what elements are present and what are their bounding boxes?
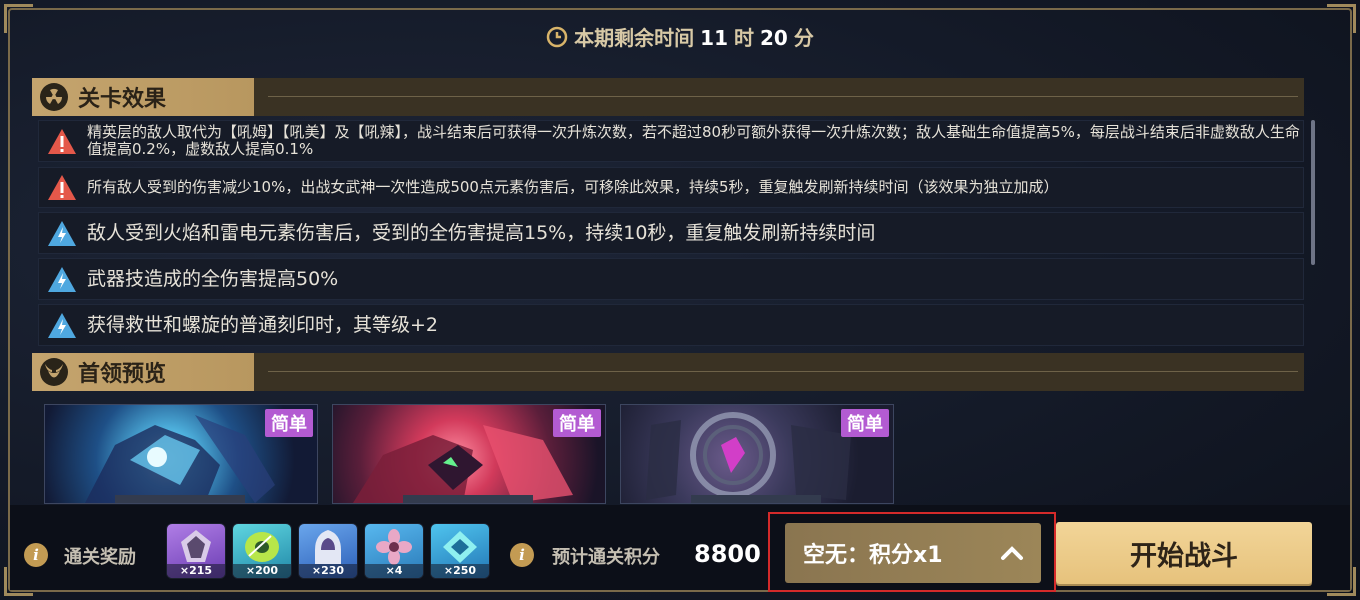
effects-scrollbar[interactable] xyxy=(1311,120,1315,265)
timer-hours-unit: 时 xyxy=(734,26,754,50)
horned-helmet-icon xyxy=(40,358,68,386)
reward-item[interactable]: ×215 xyxy=(166,523,226,579)
stage-effects-title: 关卡效果 xyxy=(78,87,167,112)
effect-text: 武器技造成的全伤害提高50% xyxy=(87,267,339,290)
reward-item[interactable]: ×200 xyxy=(232,523,292,579)
green-disc-item-icon xyxy=(245,532,279,562)
boss-preview-header: 首领预览 xyxy=(32,353,1304,391)
header-divider xyxy=(254,353,1304,391)
effect-item: 武器技造成的全伤害提高50% xyxy=(38,258,1304,300)
rewards-label: 通关奖励 xyxy=(64,547,136,568)
warning-triangle-icon xyxy=(47,174,77,201)
effect-text: 敌人受到火焰和雷电元素伤害后，受到的全伤害提高15%，持续10秒，重复触发刷新持… xyxy=(87,221,876,244)
score-value: 8800 xyxy=(694,540,761,568)
clock-icon xyxy=(546,26,568,53)
season-timer: 本期剩余时间 11 时 20 分 xyxy=(0,22,1360,53)
blue-crystal-item-icon xyxy=(443,531,477,563)
boss-card-caption xyxy=(403,495,533,503)
effect-item: 敌人受到火焰和雷电元素伤害后，受到的全伤害提高15%，持续10秒，重复触发刷新持… xyxy=(38,212,1304,254)
timer-minutes-unit: 分 xyxy=(793,26,814,50)
boss-preview-title: 首领预览 xyxy=(78,362,167,387)
reward-count: ×4 xyxy=(365,564,423,578)
reward-item[interactable]: ×4 xyxy=(364,523,424,579)
info-icon[interactable]: i xyxy=(24,543,48,567)
ticket-select-highlight: 空无：积分x1 xyxy=(768,512,1056,592)
effect-item: 获得救世和螺旋的普通刻印时，其等级+2 xyxy=(38,304,1304,346)
boss-card-caption xyxy=(691,495,821,503)
info-icon[interactable]: i xyxy=(510,543,534,567)
effect-item: 精英层的敌人取代为【吼姆】【吼美】及【吼辣】，战斗结束后可获得一次升炼次数，若不… xyxy=(38,120,1304,162)
purple-crystal-item-icon xyxy=(181,530,211,562)
reward-item[interactable]: ×230 xyxy=(298,523,358,579)
effect-item: 所有敌人受到的伤害减少10%，出战女武神一次性造成500点元素伤害后，可移除此效… xyxy=(38,167,1304,208)
warning-triangle-icon xyxy=(47,128,77,155)
reward-item[interactable]: ×250 xyxy=(430,523,490,579)
stage-effects-header: 关卡效果 xyxy=(32,78,1304,116)
effect-text: 获得救世和螺旋的普通刻印时，其等级+2 xyxy=(87,313,439,336)
reward-count: ×230 xyxy=(299,564,357,578)
boss-card[interactable]: 简单 xyxy=(332,404,606,504)
difficulty-badge: 简单 xyxy=(553,409,601,437)
boss-card-caption xyxy=(115,495,245,503)
boss-preview-tab: 首领预览 xyxy=(32,353,254,391)
boss-card[interactable]: 简单 xyxy=(620,404,894,504)
ticket-select-label: 空无：积分x1 xyxy=(803,543,943,568)
effect-text: 所有敌人受到的伤害减少10%，出战女武神一次性造成500点元素伤害后，可移除此效… xyxy=(87,178,1059,196)
radiation-icon xyxy=(40,83,68,111)
difficulty-badge: 简单 xyxy=(265,409,313,437)
timer-minutes: 20 xyxy=(760,26,788,50)
lightning-triangle-icon xyxy=(47,220,77,247)
header-divider xyxy=(254,78,1304,116)
ticket-select[interactable]: 空无：积分x1 xyxy=(785,523,1041,583)
hooded-figure-item-icon xyxy=(315,530,341,564)
lightning-triangle-icon xyxy=(47,266,77,293)
stage-effects-tab: 关卡效果 xyxy=(32,78,254,116)
score-label: 预计通关积分 xyxy=(552,547,660,568)
reward-count: ×200 xyxy=(233,564,291,578)
lightning-triangle-icon xyxy=(47,312,77,339)
timer-prefix: 本期剩余时间 xyxy=(574,26,695,50)
chevron-up-icon xyxy=(999,540,1025,566)
timer-hours: 11 xyxy=(700,26,728,50)
boss-card[interactable]: 简单 xyxy=(44,404,318,504)
difficulty-badge: 简单 xyxy=(841,409,889,437)
reward-count: ×215 xyxy=(167,564,225,578)
reward-count: ×250 xyxy=(431,564,489,578)
effect-text: 精英层的敌人取代为【吼姆】【吼美】及【吼辣】，战斗结束后可获得一次升炼次数，若不… xyxy=(87,123,1300,158)
start-battle-button[interactable]: 开始战斗 xyxy=(1056,522,1312,584)
pink-flower-item-icon xyxy=(376,529,412,565)
